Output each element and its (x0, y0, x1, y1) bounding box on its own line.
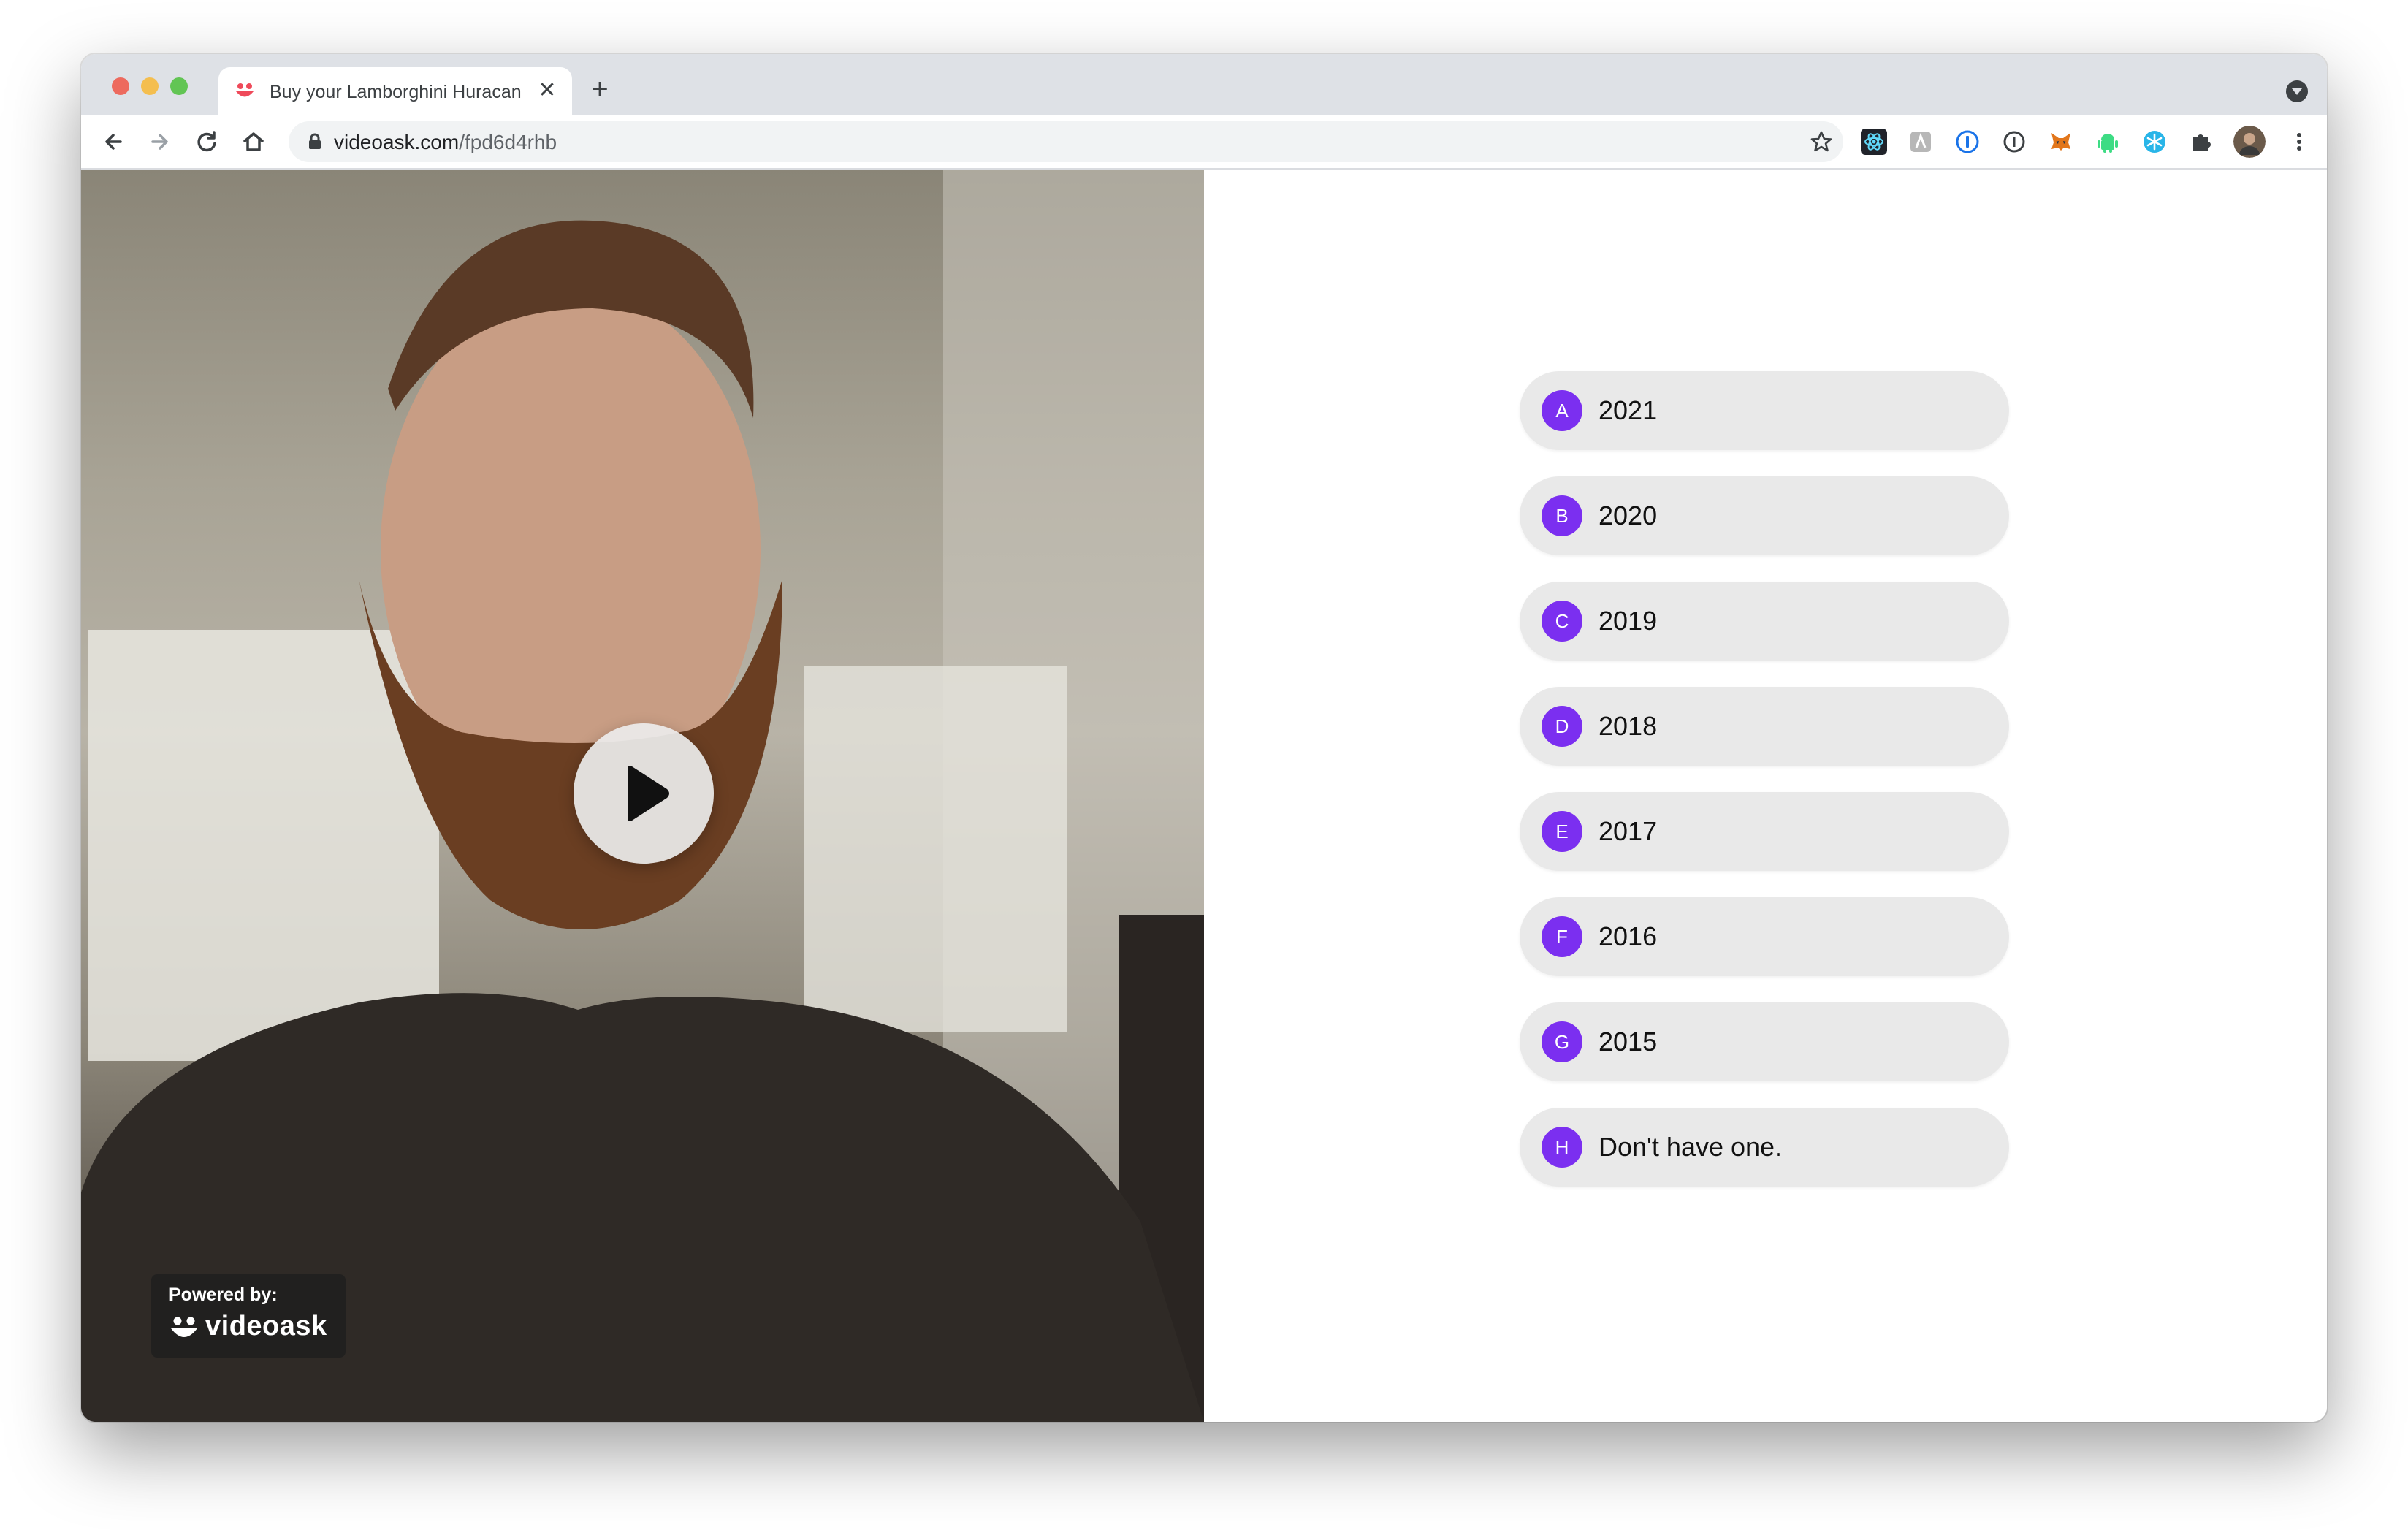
kebab-menu-icon[interactable] (2286, 129, 2312, 155)
choice-label: 2019 (1599, 606, 1658, 636)
choice-key-badge: F (1542, 916, 1582, 957)
page-content: Powered by: videoask A 2021 B 2020 C 201 (81, 170, 2327, 1422)
play-button[interactable] (574, 723, 714, 864)
tab-close-icon[interactable]: ✕ (536, 79, 559, 102)
forward-arrow-icon[interactable] (145, 127, 175, 156)
bookmark-star-icon[interactable] (1808, 129, 1834, 155)
choices-panel: A 2021 B 2020 C 2019 D 2018 E 2017 F 201… (1204, 170, 2327, 1422)
powered-by-label: Powered by: (169, 1284, 278, 1305)
choice-label: 2018 (1599, 711, 1658, 741)
browser-window: Buy your Lamborghini Huracan ✕ + videoas… (81, 54, 2327, 1422)
choice-label: 2017 (1599, 816, 1658, 846)
snowflake-icon[interactable] (2141, 129, 2168, 155)
choice-option-g[interactable]: G 2015 (1520, 1002, 2009, 1081)
choice-label: 2016 (1599, 921, 1658, 951)
address-bar[interactable]: videoask.com/fpd6d4rhb (289, 121, 1843, 162)
react-devtools-icon[interactable] (1861, 129, 1887, 155)
readability-icon[interactable] (1908, 129, 1934, 155)
zoom-window-button[interactable] (170, 77, 188, 95)
back-arrow-icon[interactable] (99, 127, 128, 156)
url-domain: videoask.com (334, 131, 460, 153)
choice-label: Don't have one. (1599, 1132, 1783, 1162)
choice-key-badge: H (1542, 1127, 1582, 1168)
videoask-favicon-icon (236, 83, 254, 97)
choice-key-badge: E (1542, 811, 1582, 852)
choice-key-badge: A (1542, 390, 1582, 431)
minimize-window-button[interactable] (141, 77, 159, 95)
videoask-wordmark: videoask (205, 1311, 327, 1341)
browser-toolbar: videoask.com/fpd6d4rhb (81, 115, 2327, 170)
onepassword-icon[interactable] (1954, 129, 1981, 155)
url-path: /fpd6d4rhb (459, 131, 557, 153)
choice-option-f[interactable]: F 2016 (1520, 897, 2009, 976)
choice-option-d[interactable]: D 2018 (1520, 687, 2009, 766)
video-player[interactable]: Powered by: videoask (81, 170, 1204, 1422)
powered-by-badge[interactable]: Powered by: videoask (151, 1274, 346, 1358)
choice-option-h[interactable]: H Don't have one. (1520, 1108, 2009, 1187)
reload-icon[interactable] (192, 127, 221, 156)
tab-search-icon[interactable] (2286, 80, 2308, 102)
home-icon[interactable] (239, 127, 268, 156)
android-icon[interactable] (2095, 129, 2121, 155)
choice-label: 2015 (1599, 1027, 1658, 1057)
choice-option-c[interactable]: C 2019 (1520, 582, 2009, 661)
profile-avatar[interactable] (2233, 126, 2266, 158)
choice-option-a[interactable]: A 2021 (1520, 371, 2009, 450)
close-window-button[interactable] (112, 77, 129, 95)
play-icon (628, 766, 669, 821)
puzzle-icon[interactable] (2188, 129, 2214, 155)
tab-strip: Buy your Lamborghini Huracan ✕ + (81, 54, 2327, 115)
metamask-icon[interactable] (2048, 129, 2074, 155)
info-icon[interactable] (2001, 129, 2027, 155)
choice-option-b[interactable]: B 2020 (1520, 476, 2009, 555)
choice-label: 2020 (1599, 501, 1658, 530)
tab-title: Buy your Lamborghini Huracan (270, 82, 522, 102)
choice-key-badge: C (1542, 601, 1582, 642)
choice-key-badge: G (1542, 1021, 1582, 1062)
videoask-logo-icon (171, 1317, 197, 1337)
choice-key-badge: B (1542, 495, 1582, 536)
lock-icon (309, 133, 321, 149)
choice-label: 2021 (1599, 395, 1658, 425)
active-tab[interactable]: Buy your Lamborghini Huracan ✕ (218, 67, 572, 115)
url-text: videoask.com/fpd6d4rhb (334, 131, 557, 154)
choice-option-e[interactable]: E 2017 (1520, 792, 2009, 871)
new-tab-button[interactable]: + (585, 75, 614, 104)
choice-key-badge: D (1542, 706, 1582, 747)
